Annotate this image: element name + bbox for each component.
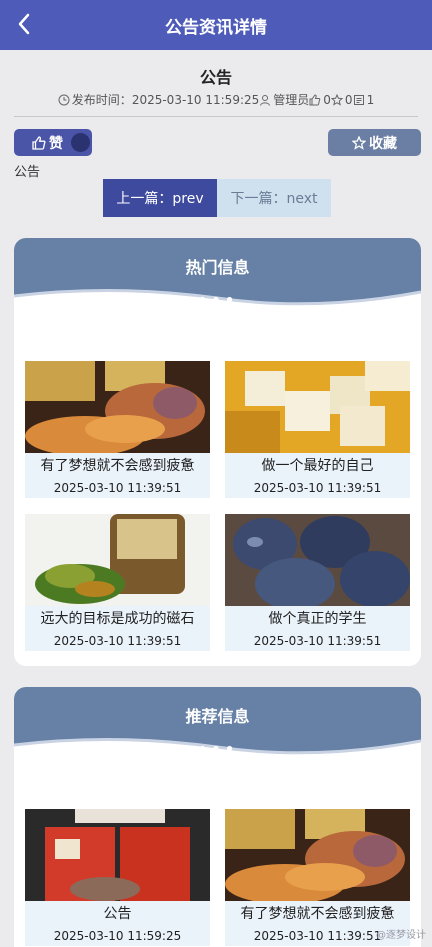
more-dots-icon[interactable]: ••• xyxy=(14,741,421,759)
hot-card[interactable]: 有了梦想就不会感到疲惫 2025-03-10 11:39:51 xyxy=(25,361,210,498)
card-image xyxy=(25,361,210,453)
card-title: 远大的目标是成功的磁石 xyxy=(40,611,195,627)
publish-time: 2025-03-10 11:59:25 xyxy=(131,92,260,107)
back-arrow-icon[interactable] xyxy=(12,10,36,38)
clock-icon xyxy=(58,94,70,105)
next-button[interactable]: 下一篇：next xyxy=(217,179,331,217)
favorite-label: 收藏 xyxy=(369,135,397,152)
favorite-button[interactable]: 收藏 xyxy=(328,129,421,156)
hot-panel-header: 热门信息 ••• xyxy=(14,238,421,316)
hot-card[interactable]: 做一个最好的自己 2025-03-10 11:39:51 xyxy=(225,361,410,498)
card-image xyxy=(225,361,410,453)
publish-label: 发布时间： xyxy=(71,93,132,107)
page-title: 公告资讯详情 xyxy=(165,17,267,38)
card-image xyxy=(25,514,210,606)
hot-card[interactable]: 做个真正的学生 2025-03-10 11:39:51 xyxy=(225,514,410,651)
views-count: 1 xyxy=(366,92,375,107)
star-icon xyxy=(330,93,343,106)
hot-card[interactable]: 远大的目标是成功的磁石 2025-03-10 11:39:51 xyxy=(25,514,210,651)
card-image xyxy=(225,809,410,901)
star-icon xyxy=(352,135,366,150)
more-dots-icon[interactable]: ••• xyxy=(14,292,421,310)
card-title: 有了梦想就不会感到疲惫 xyxy=(240,906,395,922)
card-date: 2025-03-10 11:39:51 xyxy=(53,634,182,648)
hot-panel: 热门信息 ••• 有了梦想就不会感到疲惫 2025-03-10 11:39:51 xyxy=(14,238,421,666)
card-title: 做个真正的学生 xyxy=(268,611,367,627)
card-image xyxy=(25,809,210,901)
recommend-panel: 推荐信息 ••• 公告 2025-03-10 11:59:25 有了梦想就不会感… xyxy=(14,687,421,947)
article-content: 公告 xyxy=(14,165,41,180)
top-bar: 公告资讯详情 xyxy=(0,0,432,50)
card-date: 2025-03-10 11:59:25 xyxy=(53,929,182,943)
prev-button[interactable]: 上一篇：prev xyxy=(103,179,217,217)
recommend-panel-title: 推荐信息 xyxy=(185,707,250,726)
article-title: 公告 xyxy=(199,68,232,87)
views-icon xyxy=(353,94,364,105)
card-title: 做一个最好的自己 xyxy=(261,458,374,474)
toggle-knob xyxy=(71,133,90,152)
article-meta: 发布时间： 2025-03-10 11:59:25 管理员 0 0 1 xyxy=(0,91,432,108)
thumbs-up-icon xyxy=(309,93,321,105)
pager: 上一篇：prev 下一篇：next xyxy=(103,179,331,217)
thumbs-up-icon xyxy=(32,135,46,150)
divider xyxy=(14,116,418,117)
watermark: @逐梦设计 xyxy=(376,930,426,941)
user-icon xyxy=(260,94,271,106)
like-label: 赞 xyxy=(49,135,63,152)
hot-panel-title: 热门信息 xyxy=(185,258,250,277)
card-image xyxy=(225,514,410,606)
recommend-panel-header: 推荐信息 ••• xyxy=(14,687,421,765)
author-name: 管理员 xyxy=(273,93,310,107)
card-date: 2025-03-10 11:39:51 xyxy=(253,634,382,648)
likes-count: 0 xyxy=(323,92,331,107)
recommend-card[interactable]: 公告 2025-03-10 11:59:25 xyxy=(25,809,210,946)
card-title: 公告 xyxy=(103,906,132,922)
like-button[interactable]: 赞 xyxy=(14,129,92,156)
card-date: 2025-03-10 11:39:51 xyxy=(253,481,382,495)
favorites-count: 0 xyxy=(344,92,353,107)
card-date: 2025-03-10 11:39:51 xyxy=(53,481,182,495)
card-title: 有了梦想就不会感到疲惫 xyxy=(40,458,195,474)
